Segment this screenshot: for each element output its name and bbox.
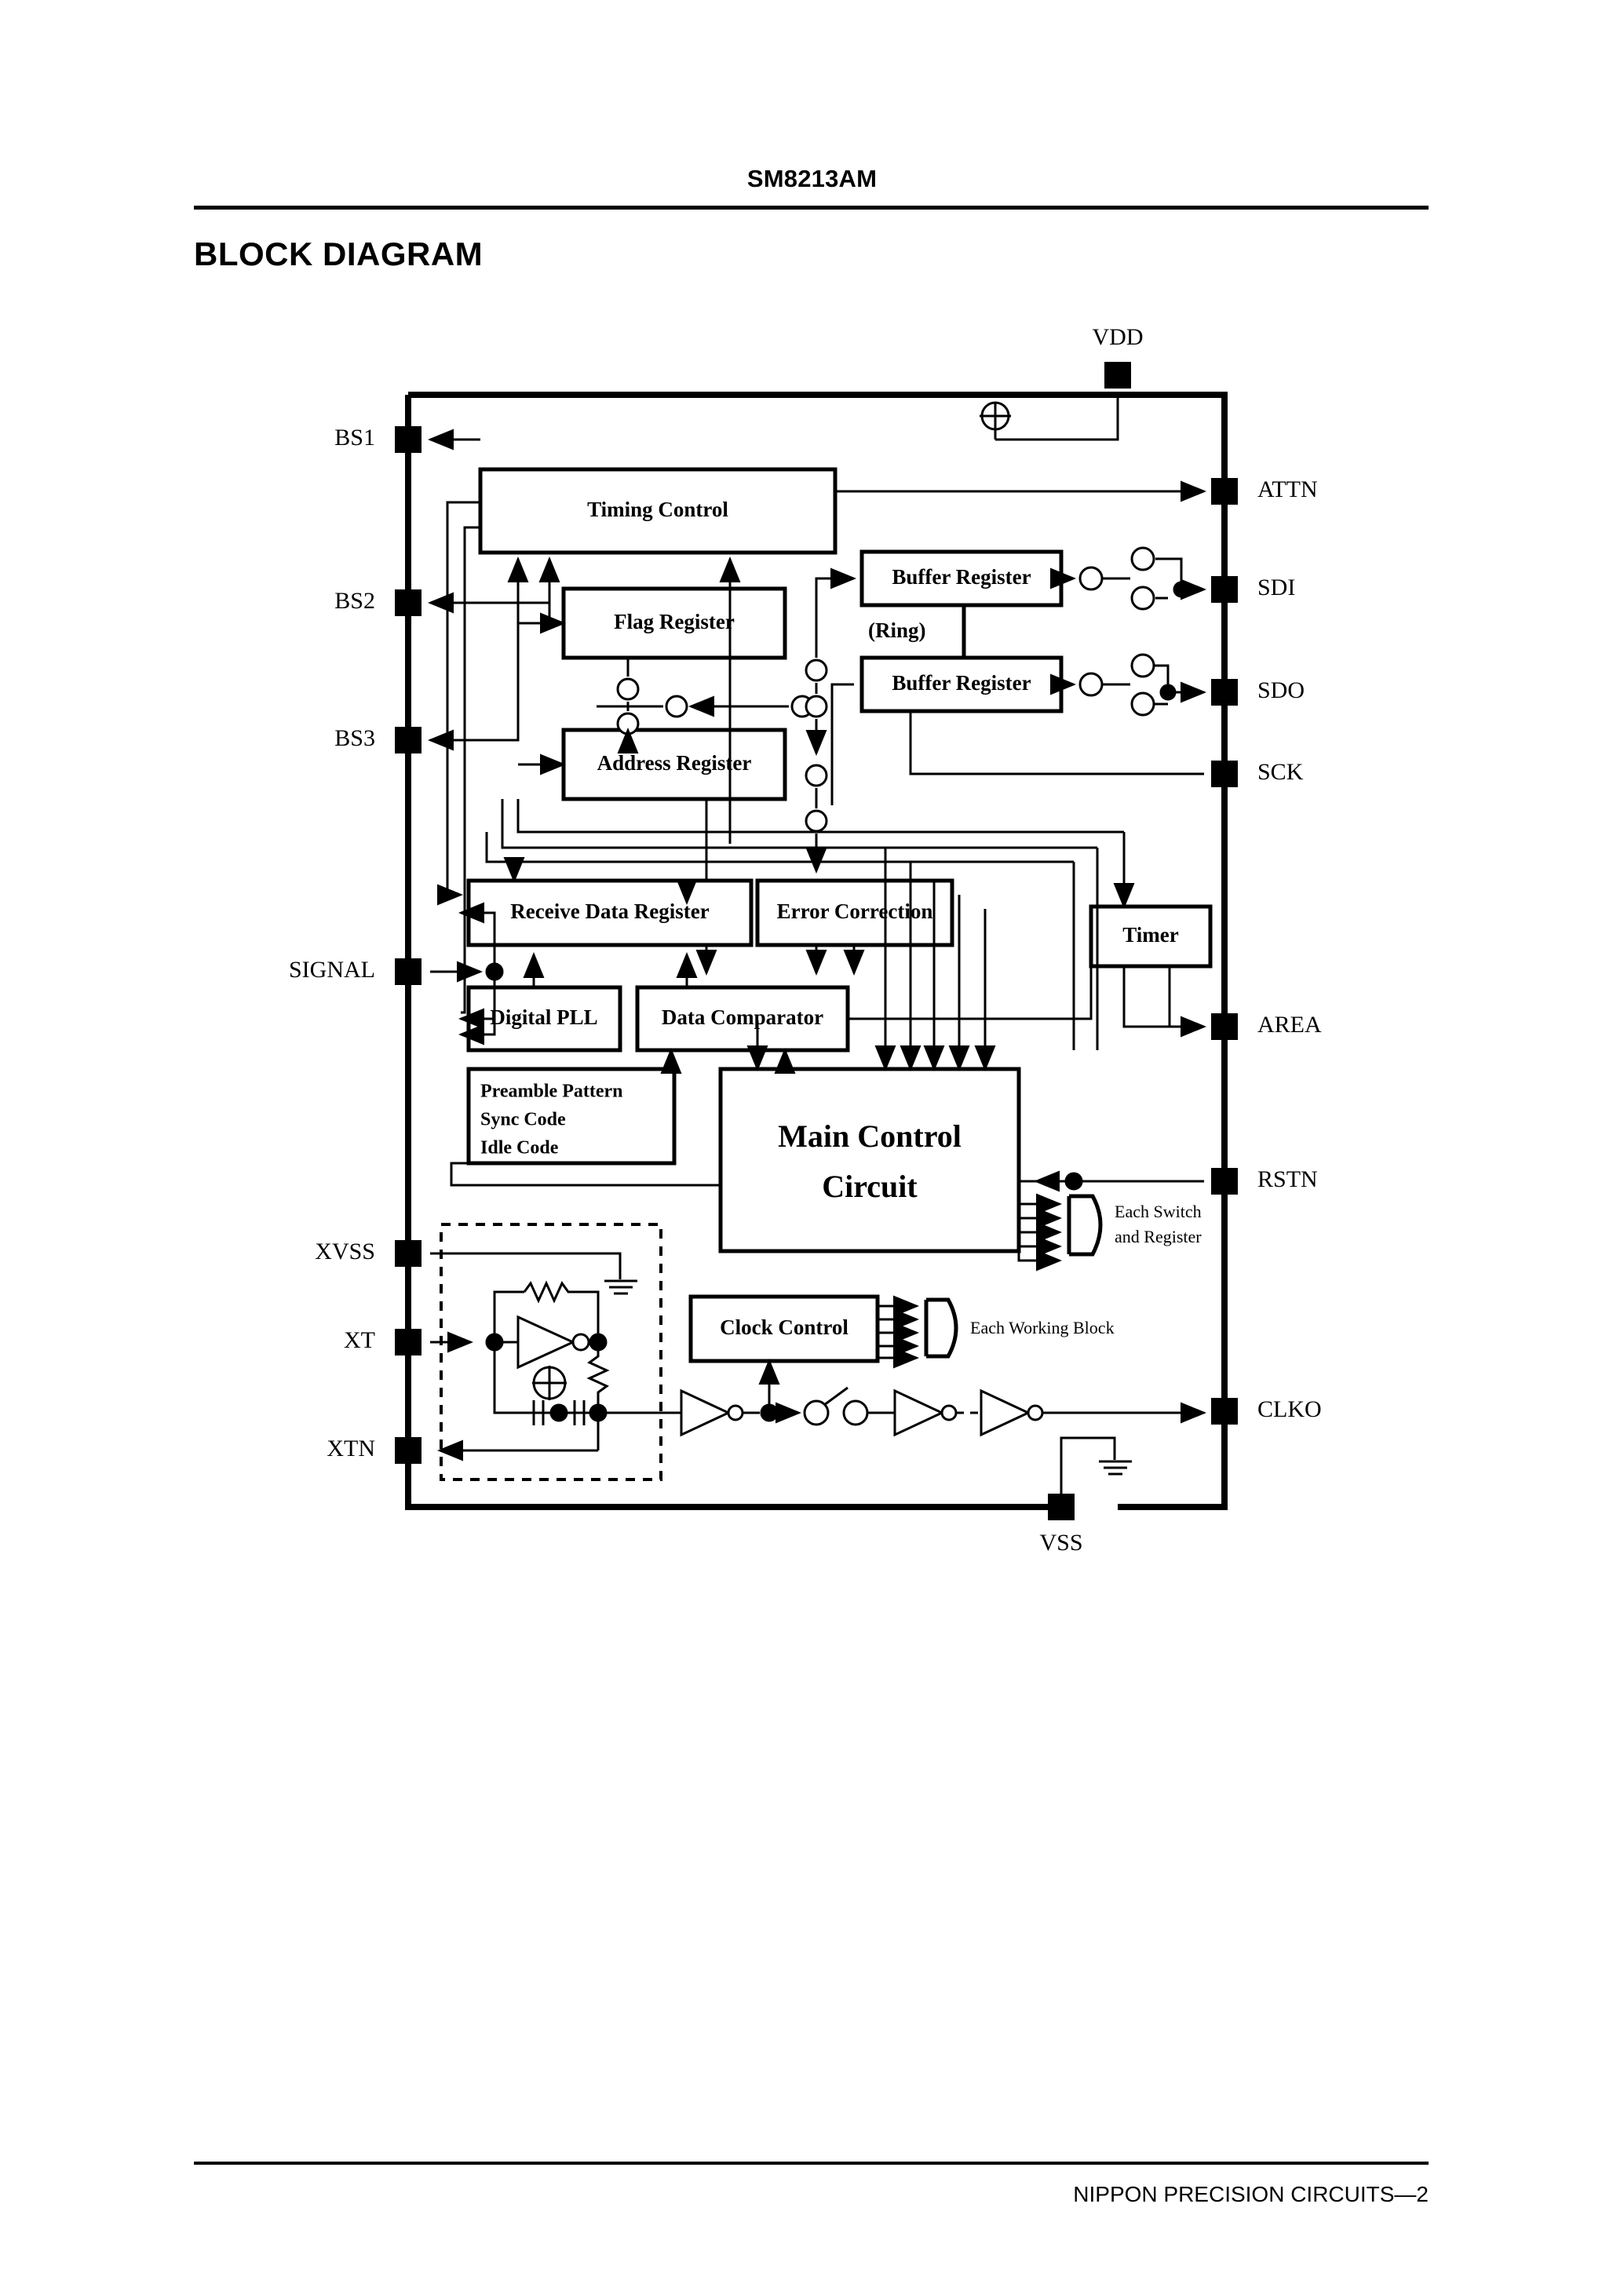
preamble-line-1: Preamble Pattern [480, 1082, 623, 1102]
each-working-block-bracket [878, 1295, 958, 1369]
pin-label-bs2: BS2 [334, 588, 375, 614]
block-label-address-register: Address Register [597, 751, 752, 775]
pin-label-xvss: XVSS [315, 1239, 375, 1264]
vss-pin-pad [1048, 1494, 1075, 1520]
vdd-pin-pad [1104, 362, 1131, 389]
sck-wiring [909, 711, 1204, 775]
block-label-data-comparator: Data Comparator [662, 1005, 823, 1029]
clko-buffer-chain [661, 1359, 1206, 1437]
preamble-line-3: Idle Code [480, 1138, 559, 1158]
pin-label-clko: CLKO [1257, 1396, 1322, 1422]
block-label-buffer-register-1: Buffer Register [892, 565, 1031, 589]
pin-label-signal: SIGNAL [289, 957, 375, 983]
rstn-wiring [1019, 1170, 1204, 1192]
note-each-switch-line2: and Register [1115, 1227, 1202, 1246]
pin-label-xtn: XTN [327, 1436, 375, 1461]
pin-label-vdd: VDD [1093, 324, 1144, 350]
pin-label-sdo: SDO [1257, 677, 1305, 703]
block-label-timing-control: Timing Control [587, 498, 728, 521]
block-label-receive-data-register: Receive Data Register [510, 899, 709, 923]
footer-text: NIPPON PRECISION CIRCUITS—2 [1073, 2182, 1429, 2206]
pin-label-xt: XT [344, 1327, 375, 1353]
pin-label-vss: VSS [1039, 1530, 1082, 1556]
block-label-digital-pll: Digital PLL [490, 1005, 597, 1029]
vss-ground-symbol [1060, 1436, 1132, 1494]
block-label-error-correction: Error Correction [777, 899, 933, 923]
note-each-working-block: Each Working Block [970, 1318, 1115, 1337]
block-label-clock-control: Clock Control [720, 1315, 848, 1339]
block-diagram: Timing Control Flag Register Address Reg… [0, 0, 1624, 2295]
pin-label-attn: ATTN [1257, 476, 1318, 502]
ring-label: (Ring) [868, 618, 926, 642]
footer-rule [194, 2162, 1429, 2165]
oscillator-circuit [430, 1252, 661, 1461]
sdi-sdo-switch-network [1050, 546, 1206, 717]
pin-label-bs1: BS1 [334, 425, 375, 451]
block-label-buffer-register-2: Buffer Register [892, 671, 1031, 695]
pin-label-area: AREA [1257, 1012, 1322, 1038]
block-label-main-control-line2: Circuit [822, 1169, 918, 1204]
preamble-line-2: Sync Code [480, 1110, 566, 1130]
block-label-main-control-line1: Main Control [778, 1118, 962, 1154]
timer-area-wiring [1122, 966, 1206, 1038]
vdd-shunt [980, 395, 1119, 441]
note-each-switch-line1: Each Switch [1115, 1202, 1202, 1221]
pin-label-sck: SCK [1257, 759, 1304, 785]
datasheet-page: SM8213AM BLOCK DIAGRAM Timing Control Fl… [0, 0, 1624, 2295]
each-switch-register-bracket [1017, 1193, 1103, 1272]
pin-label-bs3: BS3 [334, 725, 375, 751]
block-label-timer: Timer [1122, 923, 1178, 947]
block-label-flag-register: Flag Register [614, 610, 735, 633]
pin-label-rstn: RSTN [1257, 1166, 1318, 1192]
pin-label-sdi: SDI [1257, 575, 1295, 600]
